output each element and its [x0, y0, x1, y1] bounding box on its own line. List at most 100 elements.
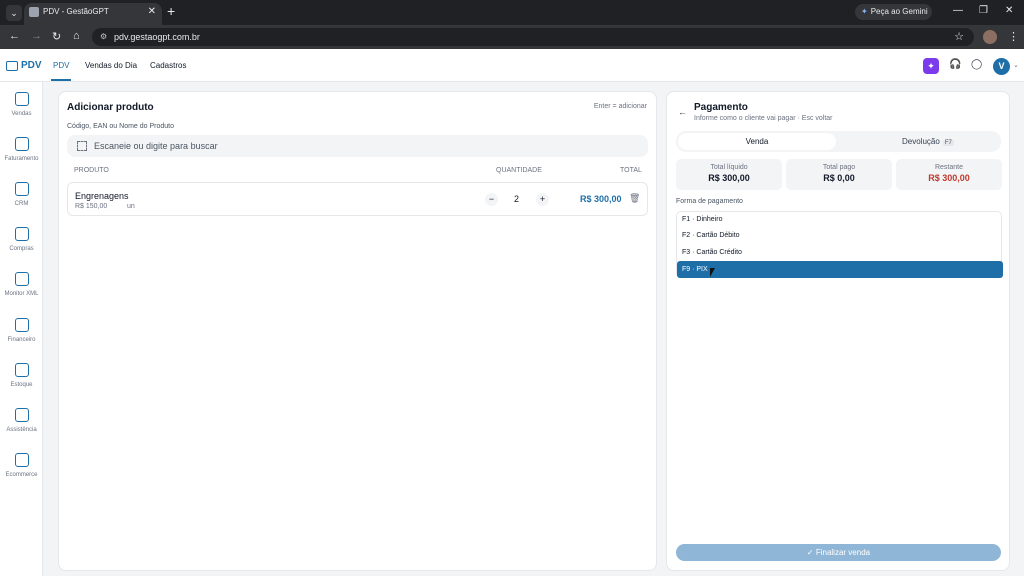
app-header: PDV PDV Vendas do Dia Cadastros ✦ 🎧 ◯ V …	[0, 49, 1024, 82]
check-icon: ✓	[806, 548, 816, 557]
sidebar-item-ecommerce[interactable]: Ecommerce	[0, 453, 43, 493]
close-icon[interactable]: ✕	[148, 6, 156, 17]
sidebar-item-estoque[interactable]: Estoque	[0, 363, 43, 403]
quantity-value: 2	[514, 194, 520, 204]
reload-icon[interactable]: ↻	[52, 30, 61, 43]
avatar[interactable]: V	[993, 58, 1010, 75]
tab-venda[interactable]: Venda	[678, 133, 836, 150]
minimize-icon[interactable]: —	[953, 5, 963, 16]
trash-icon[interactable]: 🗑	[629, 193, 640, 204]
tab-vendas-do-dia[interactable]: Vendas do Dia	[85, 61, 137, 70]
payment-option-debito[interactable]: F2 · Cartão Débito	[677, 228, 1003, 244]
sidebar-item-label: Financeiro	[7, 337, 36, 343]
payment-panel: ← Pagamento Informe como o cliente vai p…	[666, 91, 1010, 571]
sidebar: Vendas Faturamento CRM Compras Monitor X…	[0, 82, 43, 576]
product-search-input[interactable]: Escaneie ou digite para buscar	[67, 135, 648, 157]
browser-tab[interactable]: PDV - GestãoGPT ✕	[24, 3, 162, 25]
product-unit-price: R$ 150,00	[75, 203, 108, 210]
finalize-label: Finalizar venda	[815, 548, 871, 557]
payment-method-list: F1 · Dinheiro F2 · Cartão Débito F3 · Ca…	[676, 211, 1003, 278]
row-total: R$ 300,00	[580, 194, 622, 204]
sidebar-item-compras[interactable]: Compras	[0, 227, 43, 267]
sparkle-icon[interactable]: ✦	[923, 58, 939, 74]
shortcut-badge: F7	[942, 140, 954, 146]
column-header-produto: PRODUTO	[74, 167, 109, 174]
summary-value: R$ 300,00	[928, 173, 970, 183]
favicon-icon	[29, 7, 39, 17]
bookmark-star-icon[interactable]: ☆	[954, 30, 964, 43]
summary-card-restante: Restante R$ 300,00	[896, 159, 1002, 190]
summary-value: R$ 0,00	[823, 173, 855, 183]
chat-icon	[14, 182, 29, 196]
payment-option-pix[interactable]: F9 · PIX	[677, 261, 1003, 278]
back-arrow-icon[interactable]: ←	[678, 107, 687, 117]
new-tab-button[interactable]: +	[167, 3, 175, 19]
decrease-quantity-button[interactable]: −	[485, 193, 498, 206]
payment-option-dinheiro[interactable]: F1 · Dinheiro	[677, 212, 1003, 228]
column-header-quantidade: QUANTIDADE	[496, 167, 542, 174]
tab-cadastros[interactable]: Cadastros	[150, 61, 186, 70]
summary-card-total-pago: Total pago R$ 0,00	[786, 159, 892, 190]
tab-title: PDV - GestãoGPT	[43, 7, 109, 16]
payment-option-credito[interactable]: F3 · Cartão Crédito	[677, 245, 1003, 261]
tab-devolucao[interactable]: Devolução F7	[902, 137, 954, 146]
file-icon	[14, 272, 29, 286]
sidebar-item-faturamento[interactable]: Faturamento	[0, 137, 43, 177]
add-product-panel: Adicionar produto Enter = adicionar Códi…	[58, 91, 657, 571]
sale-type-toggle: Venda Devolução F7	[676, 131, 1001, 152]
sidebar-item-label: Ecommerce	[5, 472, 38, 478]
bag-icon	[14, 453, 29, 467]
sidebar-item-vendas[interactable]: Vendas	[0, 92, 43, 132]
payment-subtitle: Informe como o cliente vai pagar · Esc v…	[694, 115, 833, 122]
address-bar[interactable]: ⚙ pdv.gestaogpt.com.br ☆	[92, 28, 974, 46]
sidebar-item-label: CRM	[14, 201, 29, 207]
sidebar-item-assistencia[interactable]: Assistência	[0, 408, 43, 448]
finalize-sale-button[interactable]: ✓ Finalizar venda	[676, 544, 1001, 561]
boxes-icon	[14, 363, 29, 377]
logo-text[interactable]: PDV	[21, 60, 42, 71]
sidebar-item-crm[interactable]: CRM	[0, 182, 43, 222]
gemini-label: Peça ao Gemini	[870, 7, 928, 16]
site-info-icon[interactable]: ⚙	[100, 32, 107, 41]
summary-label: Total pago	[822, 164, 856, 171]
mouse-cursor-icon	[710, 268, 715, 277]
back-icon[interactable]: ←	[9, 30, 20, 42]
chevron-down-icon[interactable]: ⌄	[1013, 61, 1019, 69]
payment-title: Pagamento	[694, 102, 748, 113]
scan-icon	[77, 141, 87, 151]
sidebar-item-label: Vendas	[11, 111, 32, 117]
summary-card-total-liquido: Total líquido R$ 300,00	[676, 159, 782, 190]
gemini-star-icon: ✦	[861, 7, 868, 16]
window-close-icon[interactable]: ✕	[1005, 5, 1013, 16]
money-icon	[14, 318, 29, 332]
url-text: pdv.gestaogpt.com.br	[114, 32, 200, 42]
chat-bubble-icon[interactable]: ◯	[971, 59, 982, 70]
keyboard-hint: Enter = adicionar	[593, 103, 647, 110]
increase-quantity-button[interactable]: +	[536, 193, 549, 206]
sidebar-item-label: Monitor XML	[4, 291, 39, 297]
home-icon[interactable]: ⌂	[73, 30, 80, 42]
table-row: Engrenagens R$ 150,00 un − 2 + R$ 300,00…	[67, 182, 648, 216]
gemini-button[interactable]: ✦ Peça ao Gemini	[855, 4, 932, 20]
profile-avatar[interactable]	[983, 30, 997, 44]
sidebar-item-label: Assistência	[6, 427, 37, 433]
document-icon	[14, 137, 29, 151]
cart-icon	[14, 227, 29, 241]
forward-icon[interactable]: →	[31, 30, 42, 42]
sidebar-item-label: Faturamento	[4, 156, 39, 162]
sidebar-item-label: Estoque	[10, 382, 33, 388]
panel-title: Adicionar produto	[67, 102, 154, 113]
tab-search-button[interactable]: ⌄	[6, 5, 22, 21]
headset-icon[interactable]: 🎧	[949, 59, 961, 70]
sidebar-item-financeiro[interactable]: Financeiro	[0, 318, 43, 358]
sidebar-item-monitor-xml[interactable]: Monitor XML	[0, 272, 43, 312]
restore-icon[interactable]: ❐	[979, 5, 988, 16]
sidebar-item-label: Compras	[9, 246, 34, 252]
search-label: Código, EAN ou Nome do Produto	[67, 123, 175, 130]
logo-icon	[6, 61, 18, 71]
tab-pdv[interactable]: PDV	[53, 61, 69, 70]
browser-menu-icon[interactable]: ⋮	[1008, 30, 1019, 43]
browser-toolbar: ← → ↻ ⌂ ⚙ pdv.gestaogpt.com.br ☆ ⋮	[0, 25, 1024, 49]
product-unit: un	[127, 203, 135, 210]
payment-method-label: Forma de pagamento	[676, 198, 743, 205]
